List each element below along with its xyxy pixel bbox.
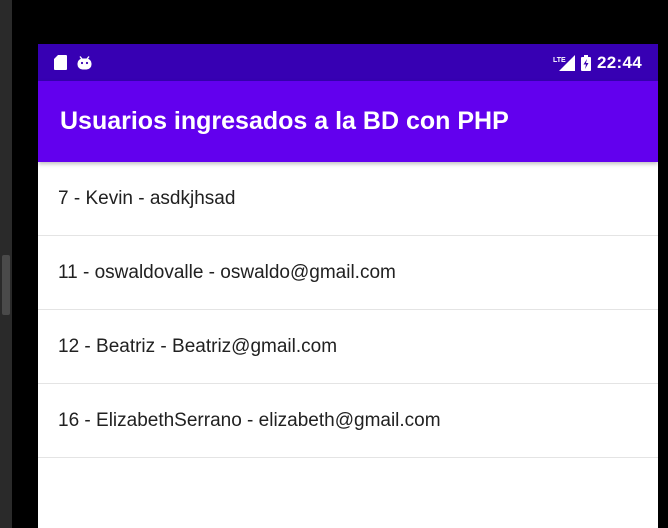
network-type-label: LTE: [553, 57, 566, 64]
device-frame-top: [0, 0, 668, 44]
list-item[interactable]: 12 - Beatriz - Beatriz@gmail.com: [38, 310, 658, 384]
status-right-icons: LTE 22:44: [553, 44, 642, 81]
phone-screen: LTE 22:44 Usuarios ingresados a la BD co…: [38, 44, 658, 528]
sd-card-icon: [54, 55, 67, 70]
status-bar: LTE 22:44: [38, 44, 658, 81]
list-item[interactable]: 16 - ElizabethSerrano - elizabeth@gmail.…: [38, 384, 658, 458]
device-frame-right: [658, 0, 668, 528]
app-bar: Usuarios ingresados a la BD con PHP: [38, 81, 658, 162]
device-frame-edge: [0, 0, 12, 528]
android-icon: [77, 55, 92, 70]
list-item[interactable]: 7 - Kevin - asdkjhsad: [38, 162, 658, 236]
status-left-icons: [54, 44, 92, 81]
user-list: 7 - Kevin - asdkjhsad 11 - oswaldovalle …: [38, 162, 658, 458]
status-time: 22:44: [597, 52, 642, 72]
signal-icon: LTE: [553, 54, 576, 71]
app-title: Usuarios ingresados a la BD con PHP: [60, 107, 509, 135]
device-side-button: [2, 255, 10, 315]
list-item[interactable]: 11 - oswaldovalle - oswaldo@gmail.com: [38, 236, 658, 310]
battery-icon: [581, 54, 592, 71]
